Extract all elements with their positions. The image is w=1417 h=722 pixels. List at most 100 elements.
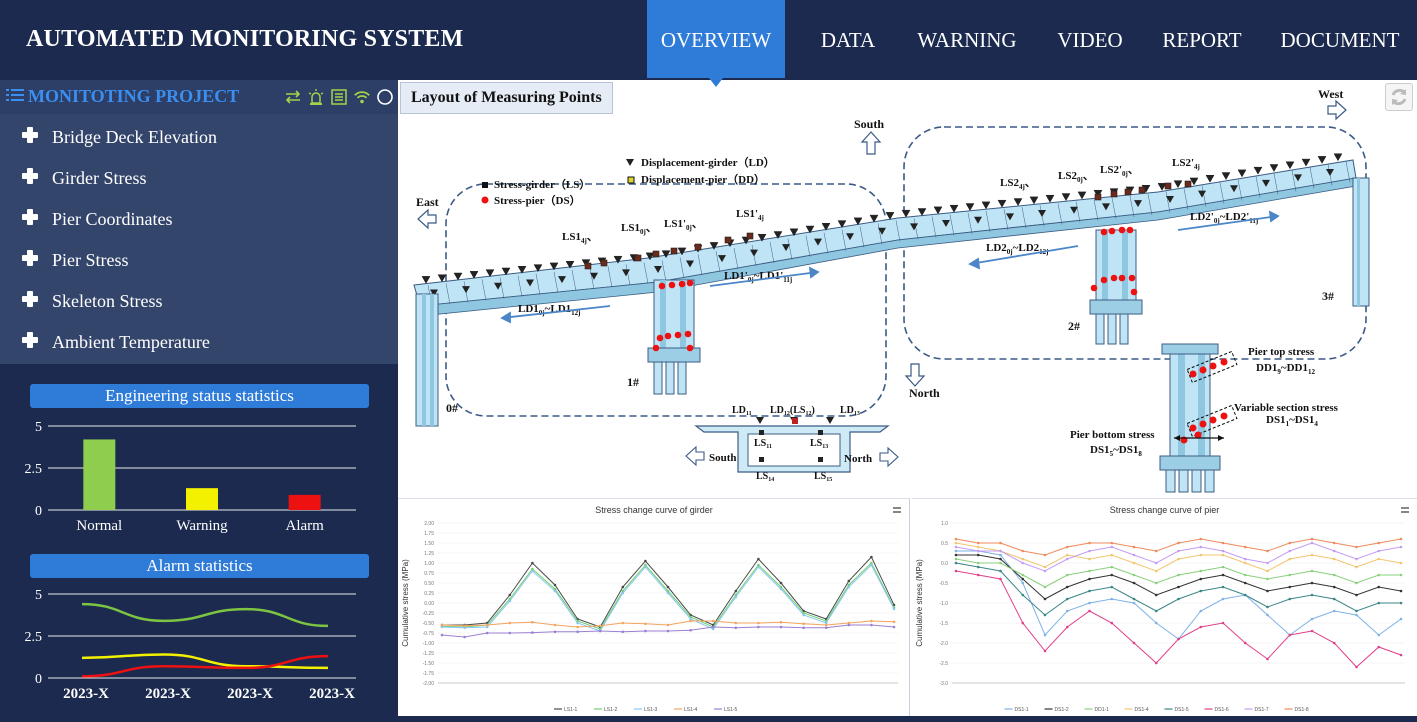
data-point	[976, 541, 980, 545]
data-point	[1221, 621, 1225, 625]
data-point	[1110, 621, 1114, 625]
pier-stress-panel: Stress change curve of pier Cumulative st…	[912, 498, 1417, 716]
data-point	[757, 621, 760, 625]
pier-stress-chart: Stress change curve of pier Cumulative st…	[915, 505, 1405, 713]
data-point	[1377, 645, 1381, 649]
y-tick-label: 0.75	[424, 571, 434, 577]
data-point	[1332, 549, 1336, 553]
ld1p-arrowhead	[808, 266, 820, 279]
data-point	[485, 631, 489, 635]
data-point	[508, 631, 512, 635]
y-tick-label: 0.25	[424, 591, 434, 597]
y-tick-label: 1.50	[424, 541, 434, 547]
list-doc-icon[interactable]	[330, 88, 348, 106]
nav-warning[interactable]: WARNING	[906, 0, 1028, 78]
ld-triangle	[981, 201, 991, 210]
data-point	[870, 555, 873, 559]
data-point	[1266, 605, 1269, 609]
data-point	[870, 619, 873, 623]
refresh-button[interactable]	[1385, 83, 1413, 111]
x-category-label: Alarm	[286, 518, 325, 534]
legend-label: DS1-6	[1215, 707, 1229, 713]
data-point	[553, 583, 557, 587]
data-point	[1332, 609, 1336, 613]
data-point	[757, 625, 760, 629]
ls-stress-point	[1110, 190, 1118, 198]
data-point	[976, 553, 980, 557]
list-icon	[6, 86, 24, 107]
menu-skeleton-stress[interactable]: Skeleton Stress	[0, 281, 398, 322]
data-point	[440, 623, 444, 627]
ds-stress-point	[1118, 274, 1126, 282]
data-point	[1199, 537, 1203, 541]
menu-girder-stress[interactable]: Girder Stress	[0, 158, 398, 199]
engineering-status-chart: 0 2.5 5 Normal Warning Alarm	[25, 420, 356, 534]
data-point	[954, 549, 958, 553]
menu-pier-stress[interactable]: Pier Stress	[0, 240, 398, 281]
project-toolbar	[284, 86, 394, 108]
svg-text:LD12(LS12): LD12(LS12)	[770, 405, 815, 417]
data-point	[1332, 585, 1336, 589]
swap-icon[interactable]	[284, 88, 302, 106]
nav-overview[interactable]: OVERVIEW	[647, 0, 785, 78]
menu-ambient-temperature[interactable]: Ambient Temperature	[0, 322, 398, 363]
ld-triangle	[1045, 194, 1055, 203]
measuring-points-diagram: 0# 1# 2# 3# South North East West Stress…	[413, 87, 1370, 493]
data-point	[1177, 573, 1180, 577]
data-point	[892, 620, 896, 624]
girder-chart-menu-button[interactable]	[893, 507, 901, 513]
data-point	[1288, 557, 1292, 561]
legend-label: DS1-5	[1175, 707, 1189, 713]
wifi-icon[interactable]	[353, 88, 371, 106]
data-point	[1332, 597, 1336, 601]
data-point	[1110, 573, 1114, 577]
data-point	[870, 623, 873, 627]
legend-label: LS1-3	[644, 707, 658, 713]
ld-triangle	[1077, 191, 1087, 200]
menu-pier-coordinates[interactable]: Pier Coordinates	[0, 199, 398, 240]
data-point	[976, 565, 980, 569]
direction-north-label: North	[909, 386, 940, 400]
data-point	[1088, 541, 1091, 545]
pier-label-2: 2#	[1068, 319, 1080, 333]
ds-stress-point	[652, 344, 660, 352]
alarm-light-icon[interactable]	[307, 88, 325, 106]
y-tick-label: 2.5	[25, 462, 43, 477]
data-point	[1288, 549, 1292, 553]
svg-text:LS14: LS14	[756, 471, 774, 483]
data-point	[1132, 641, 1136, 645]
data-point	[802, 613, 805, 617]
data-point	[954, 553, 958, 557]
ld-triangle	[933, 206, 943, 215]
y-tick-label: -1.25	[423, 651, 435, 657]
svg-text:LD11: LD11	[732, 405, 752, 417]
data-point	[1221, 549, 1225, 553]
label-ld2: LD20j~LD212j	[986, 242, 1048, 256]
data-point	[1154, 609, 1158, 613]
legend-label: LS1-2	[604, 707, 618, 713]
layout-panel: 0# 1# 2# 3# South North East West Stress…	[398, 80, 1417, 496]
data-point	[1332, 557, 1336, 561]
girder-stress-chart: Stress change curve of girder Cumulative …	[401, 505, 898, 713]
data-point	[1088, 557, 1091, 561]
circle-status-icon[interactable]	[376, 88, 394, 106]
data-point	[847, 585, 851, 589]
nav-data[interactable]: DATA	[805, 0, 891, 78]
data-point	[1243, 581, 1247, 585]
ls-stress-point	[670, 247, 678, 255]
data-point	[1377, 541, 1381, 545]
y-axis-label: Cumulative stress (MPa)	[401, 559, 410, 647]
data-point	[892, 607, 896, 611]
ls-stress-point	[746, 232, 754, 240]
menu-bridge-deck-elevation[interactable]: Bridge Deck Elevation	[0, 117, 398, 158]
data-point	[1199, 545, 1203, 549]
data-point	[621, 591, 625, 595]
pier-chart-menu-button[interactable]	[1401, 507, 1409, 513]
nav-video[interactable]: VIDEO	[1043, 0, 1137, 78]
data-point	[824, 626, 828, 630]
nav-document[interactable]: DOCUMENT	[1270, 0, 1410, 78]
plus-icon	[22, 168, 38, 184]
data-point	[1399, 653, 1403, 657]
nav-report[interactable]: REPORT	[1150, 0, 1254, 78]
data-point	[1310, 581, 1314, 585]
